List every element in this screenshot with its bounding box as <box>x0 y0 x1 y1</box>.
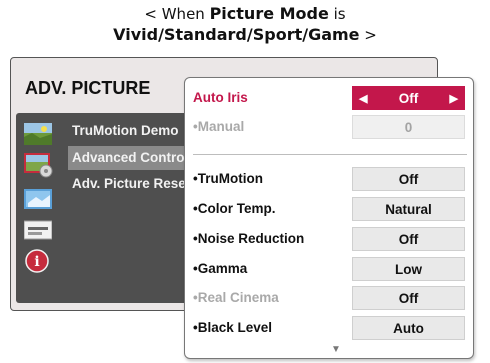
setting-label: •TruMotion <box>193 171 263 186</box>
setting-row-noise-reduction[interactable]: •Noise Reduction Off <box>185 227 473 251</box>
setting-row-gamma[interactable]: •Gamma Low <box>185 257 473 281</box>
divider <box>193 154 467 155</box>
setting-label: •Real Cinema <box>193 290 279 305</box>
setting-row-manual: •Manual 0 <box>185 115 473 139</box>
caption-prefix: < When <box>144 5 210 23</box>
advanced-control-submenu: Auto Iris ◀ Off ▶ •Manual 0 •TruMotion O… <box>184 77 474 359</box>
setting-row-black-level[interactable]: •Black Level Auto <box>185 316 473 340</box>
svg-text:i: i <box>34 254 39 270</box>
screen-icon[interactable] <box>24 189 52 211</box>
setting-label: •Color Temp. <box>193 201 276 216</box>
caption-modes: Vivid/Standard/Sport/Game <box>113 25 360 44</box>
setting-value[interactable]: Low <box>352 257 465 281</box>
setting-value[interactable]: Off <box>352 167 465 191</box>
caption-end: > <box>359 26 377 44</box>
caption-line-1: < When Picture Mode is <box>0 4 490 24</box>
menu-item-advanced-control[interactable]: Advanced Control <box>68 146 196 170</box>
picture-icon[interactable] <box>24 123 52 145</box>
caption-picture-mode: Picture Mode <box>209 4 329 23</box>
scroll-down-icon[interactable]: ▼ <box>331 345 341 355</box>
setting-row-real-cinema[interactable]: •Real Cinema Off <box>185 286 473 310</box>
setting-row-color-temp[interactable]: •Color Temp. Natural <box>185 197 473 221</box>
menu-title: ADV. PICTURE <box>25 78 151 98</box>
setting-row-trumotion[interactable]: •TruMotion Off <box>185 167 473 191</box>
caption-line-2: Vivid/Standard/Sport/Game > <box>0 25 490 45</box>
setting-label: •Manual <box>193 119 245 134</box>
menu-item-trumotion-demo[interactable]: TruMotion Demo <box>72 119 179 143</box>
setting-label: •Noise Reduction <box>193 231 305 246</box>
setting-label: •Black Level <box>193 320 273 335</box>
setting-row-auto-iris[interactable]: Auto Iris ◀ Off ▶ <box>185 86 473 110</box>
setting-value[interactable]: Auto <box>352 316 465 340</box>
arrow-right-icon[interactable]: ▶ <box>450 87 458 111</box>
menu-item-adv-picture-reset[interactable]: Adv. Picture Reset <box>72 172 190 196</box>
setting-value[interactable]: Off <box>352 227 465 251</box>
setting-value: 0 <box>352 115 465 139</box>
info-icon[interactable]: i <box>24 249 52 273</box>
picture-settings-icon[interactable] <box>24 153 53 178</box>
adv-picture-list: i TruMotion Demo Advanced Control Adv. P… <box>16 113 196 303</box>
ticket-icon[interactable] <box>23 219 53 241</box>
arrow-left-icon[interactable]: ◀ <box>359 87 367 111</box>
setting-value[interactable]: Off <box>352 286 465 310</box>
setting-label: •Gamma <box>193 261 248 276</box>
setting-value: Off <box>398 91 419 106</box>
setting-label: Auto Iris <box>193 90 248 105</box>
setting-value[interactable]: Natural <box>352 197 465 221</box>
setting-value-selector[interactable]: ◀ Off ▶ <box>352 86 465 110</box>
caption-suffix: is <box>328 5 346 23</box>
